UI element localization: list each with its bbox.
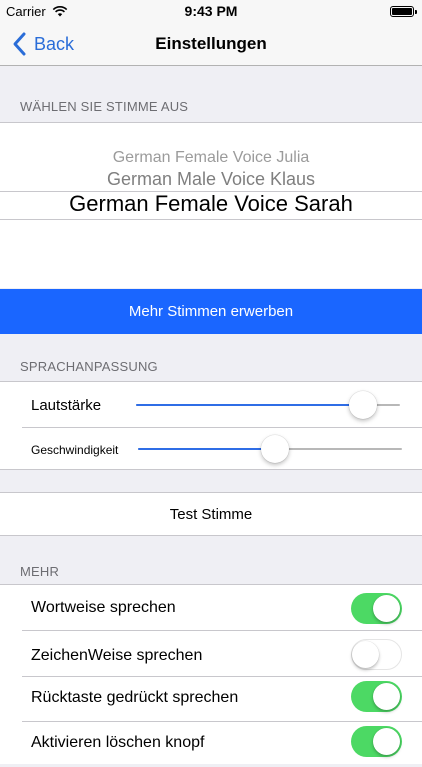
voice-picker[interactable]: German Female Voice Julia German Male Vo… [0,122,422,288]
more-settings-group: Wortweise sprechen ZeichenWeise sprechen… [0,584,422,764]
toggle-knob [373,595,400,622]
more-section-header: MEHR [20,564,60,579]
voice-option[interactable]: German Male Voice Klaus [0,169,422,190]
toggle-label: Wortweise sprechen [31,599,176,616]
test-voice-label: Test Stimme [169,505,253,523]
page-title: Einstellungen [155,34,267,53]
status-bar: Carrier 9:43 PM [0,0,422,24]
battery-icon [390,6,417,17]
toggle-row: Wortweise sprechen [0,585,422,630]
toggle-knob [352,640,379,668]
voice-option-selected[interactable]: German Female Voice Sarah [0,191,422,217]
volume-slider-thumb[interactable] [349,391,378,419]
toggle-label: Rücktaste gedrückt sprechen [31,689,239,706]
volume-row: Lautstärke [0,382,422,427]
buy-more-voices-label: Mehr Stimmen erwerben [128,303,294,320]
volume-slider[interactable] [136,391,400,419]
speech-section-header: SPRACHANPASSUNG [20,359,158,374]
toggle-label: ZeichenWeise sprechen [31,647,203,664]
char-by-char-toggle[interactable] [351,639,402,670]
toggle-knob [373,728,400,755]
backspace-speak-toggle[interactable] [351,681,402,712]
volume-slider-fill [136,404,364,406]
clock: 9:43 PM [184,3,238,19]
voice-section-header: WÄHLEN SIE STIMME AUS [20,99,189,114]
voice-option[interactable]: German Female Voice Julia [0,149,422,167]
word-by-word-toggle[interactable] [351,593,402,624]
volume-label: Lautstärke [31,397,102,414]
speed-label: Geschwindigkeit [31,443,119,457]
buy-more-voices-button[interactable]: Mehr Stimmen erwerben [0,289,422,334]
speech-settings-group: Lautstärke Geschwindigkeit [0,381,422,470]
toggle-row: Aktivieren löschen knopf [0,722,422,767]
toggle-row: Rücktaste gedrückt sprechen [0,677,422,722]
toggle-row: ZeichenWeise sprechen [0,631,422,676]
navigation-bar: Back Einstellungen [0,24,422,66]
enable-delete-button-toggle[interactable] [351,726,402,757]
speed-slider-fill [138,448,276,450]
toggle-label: Aktivieren löschen knopf [31,734,205,751]
speed-slider-thumb[interactable] [261,435,290,463]
test-voice-button[interactable]: Test Stimme [0,492,422,536]
picker-selection-line-bottom [0,219,422,220]
speed-slider[interactable] [138,435,402,463]
speed-row: Geschwindigkeit [0,428,422,470]
toggle-knob [373,683,400,710]
